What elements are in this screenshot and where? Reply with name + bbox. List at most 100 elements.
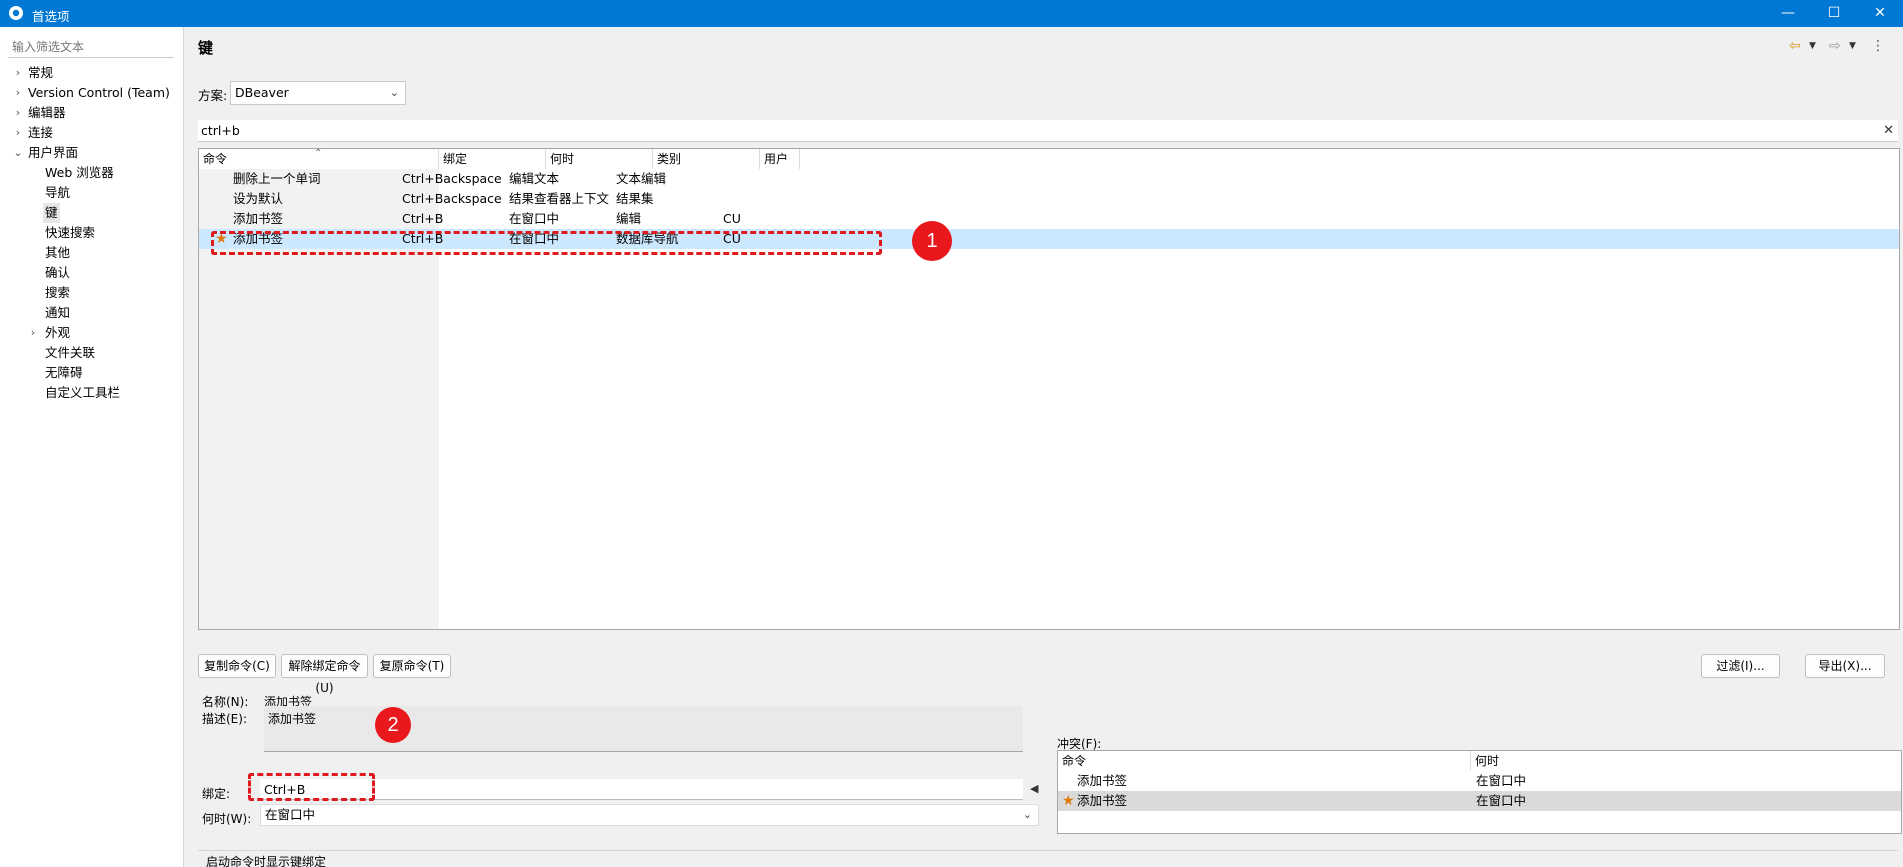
chevron-right-icon[interactable]: › [12, 83, 24, 103]
back-arrow-icon[interactable]: ⇦ [1789, 37, 1801, 55]
tree-item-quick-search[interactable]: 快速搜索 [0, 223, 184, 243]
preferences-tree: › 常规 › Version Control (Team) › 编辑器 › 连接 ⌄ 用户… [0, 63, 184, 403]
scheme-select[interactable]: DBeaver ⌄ [230, 81, 406, 105]
conflict-row[interactable]: 添加书签 在窗口中 [1058, 771, 1901, 791]
copy-command-button[interactable]: 复制命令(C) [198, 654, 276, 678]
window-title: 首选项 [32, 9, 70, 24]
tree-item-expander [27, 263, 39, 283]
annotation-highlight-row [211, 231, 882, 255]
conflict-row-selected[interactable]: ★ 添加书签 在窗口中 [1058, 791, 1901, 811]
when-value: 在窗口中 [265, 807, 316, 822]
column-header-when[interactable]: 何时 [546, 149, 653, 169]
tree-item-label: 常规 [28, 65, 54, 80]
chevron-down-icon[interactable]: ⌄ [12, 143, 24, 163]
cell-when: 编辑文本 [509, 171, 560, 186]
chevron-down-icon: ⌄ [389, 86, 399, 99]
conflicts-table[interactable]: 命令 何时 添加书签 在窗口中 ★ 添加书签 在窗口中 [1057, 750, 1902, 834]
tree-item-other[interactable]: 其他 [0, 243, 184, 263]
export-button[interactable]: 导出(X)... [1805, 654, 1885, 678]
chevron-right-icon[interactable]: › [12, 123, 24, 143]
tree-item-label: Web 浏览器 [45, 165, 114, 180]
filter-input[interactable] [8, 36, 174, 58]
column-header-binding[interactable]: 绑定 [439, 149, 546, 169]
key-bindings-table[interactable]: 命令 ⌃ 绑定 何时 类别 用户 删除上一个单词 Ctrl+Backspace 编… [198, 148, 1900, 630]
view-menu-icon[interactable]: ⋮ [1871, 37, 1885, 55]
sort-caret-icon: ⌃ [314, 148, 323, 159]
title-bar: 首选项 — ☐ ✕ [0, 0, 1903, 27]
tree-item-label: 连接 [28, 125, 54, 140]
tree-item-navigation[interactable]: 导航 [0, 183, 184, 203]
tree-item-appearance[interactable]: › 外观 [0, 323, 184, 343]
tree-item-customize-toolbar[interactable]: 自定义工具栏 [0, 383, 184, 403]
conflict-cell-when: 在窗口中 [1476, 773, 1527, 788]
close-button[interactable]: ✕ [1857, 0, 1903, 27]
tree-item-general[interactable]: › 常规 [0, 63, 184, 83]
annotation-highlight-binding [248, 773, 375, 801]
key-search-input[interactable]: ctrl+b ✕ [198, 120, 1898, 142]
tree-item-web-browser[interactable]: Web 浏览器 [0, 163, 184, 183]
forward-history-dropdown-icon[interactable]: ▼ [1849, 37, 1856, 55]
tree-item-expander [27, 383, 39, 403]
minimize-button[interactable]: — [1765, 0, 1811, 27]
show-binding-on-command-checkbox[interactable]: 启动命令时显示键绑定 [198, 850, 1898, 867]
tree-item-user-interface[interactable]: ⌄ 用户界面 [0, 143, 184, 163]
description-value: 添加书签 [268, 712, 317, 726]
tree-item-label: 编辑器 [28, 105, 66, 120]
tree-item-expander [27, 283, 39, 303]
chevron-right-icon[interactable]: › [27, 323, 39, 343]
tree-item-keys[interactable]: 键 [0, 203, 184, 223]
tree-item-accessibility[interactable]: 无障碍 [0, 363, 184, 383]
cell-binding: Ctrl+B [402, 211, 444, 226]
cell-user: CU [723, 211, 741, 226]
tree-item-expander [27, 363, 39, 383]
binding-modifier-menu-icon[interactable]: ◀ [1030, 782, 1038, 795]
cell-category: 结果集 [616, 191, 654, 206]
table-row[interactable]: 添加书签 Ctrl+B 在窗口中 编辑 CU [199, 209, 1899, 229]
cell-command: 删除上一个单词 [233, 171, 321, 186]
forward-arrow-icon[interactable]: ⇨ [1829, 37, 1841, 55]
star-icon: ★ [1062, 793, 1075, 809]
column-header-command[interactable]: 命令 ⌃ [199, 148, 439, 169]
chevron-right-icon[interactable]: › [12, 103, 24, 123]
tree-item-expander [27, 163, 39, 183]
cell-command: 添加书签 [233, 211, 284, 226]
tree-item-expander [27, 343, 39, 363]
back-history-dropdown-icon[interactable]: ▼ [1809, 37, 1816, 55]
tree-item-label: 确认 [45, 265, 71, 280]
column-header-label: 命令 [203, 152, 228, 166]
column-header-user[interactable]: 用户 [760, 149, 800, 169]
clear-search-icon[interactable]: ✕ [1883, 120, 1894, 142]
name-label: 名称(N): [202, 695, 249, 709]
tree-item-version-control[interactable]: › Version Control (Team) [0, 83, 184, 103]
unbind-command-button[interactable]: 解除绑定命令(U) [281, 654, 368, 695]
tree-item-label: 文件关联 [45, 345, 96, 360]
when-select[interactable]: 在窗口中 ⌄ [260, 804, 1039, 826]
tree-item-editors[interactable]: › 编辑器 [0, 103, 184, 123]
table-row[interactable]: 删除上一个单词 Ctrl+Backspace 编辑文本 文本编辑 [199, 169, 1899, 189]
column-header-category[interactable]: 类别 [653, 149, 760, 169]
tree-item-label: Version Control (Team) [28, 85, 170, 100]
cell-category: 文本编辑 [616, 171, 667, 186]
tree-item-confirm[interactable]: 确认 [0, 263, 184, 283]
tree-item-connections[interactable]: › 连接 [0, 123, 184, 143]
conflict-column-header-when[interactable]: 何时 [1471, 751, 1901, 771]
tree-item-notifications[interactable]: 通知 [0, 303, 184, 323]
filter-button[interactable]: 过滤(I)... [1701, 654, 1780, 678]
table-row[interactable]: 设为默认 Ctrl+Backspace 结果查看器上下文 结果集 [199, 189, 1899, 209]
tree-item-expander [27, 223, 39, 243]
annotation-badge-1: 1 [912, 221, 952, 261]
tree-item-label: 快速搜索 [45, 225, 96, 240]
tree-item-search[interactable]: 搜索 [0, 283, 184, 303]
restore-command-button[interactable]: 复原命令(T) [373, 654, 451, 678]
conflict-cell-command: 添加书签 [1077, 773, 1128, 788]
cell-when: 在窗口中 [509, 211, 560, 226]
tree-item-label: 自定义工具栏 [45, 385, 121, 400]
maximize-button[interactable]: ☐ [1811, 0, 1857, 27]
tree-item-label: 通知 [45, 305, 71, 320]
conflict-column-header-command[interactable]: 命令 [1058, 751, 1471, 771]
page-navigation: ⇦ ▼ ⇨ ▼ ⋮ [1789, 37, 1889, 55]
tree-item-file-associations[interactable]: 文件关联 [0, 343, 184, 363]
preferences-sidebar: › 常规 › Version Control (Team) › 编辑器 › 连接 ⌄ 用户… [0, 27, 184, 867]
keys-preference-page: 键 ⇦ ▼ ⇨ ▼ ⋮ 方案: DBeaver ⌄ ctrl+b ✕ 命令 ⌃ 绑… [185, 27, 1903, 867]
chevron-right-icon[interactable]: › [12, 63, 24, 83]
